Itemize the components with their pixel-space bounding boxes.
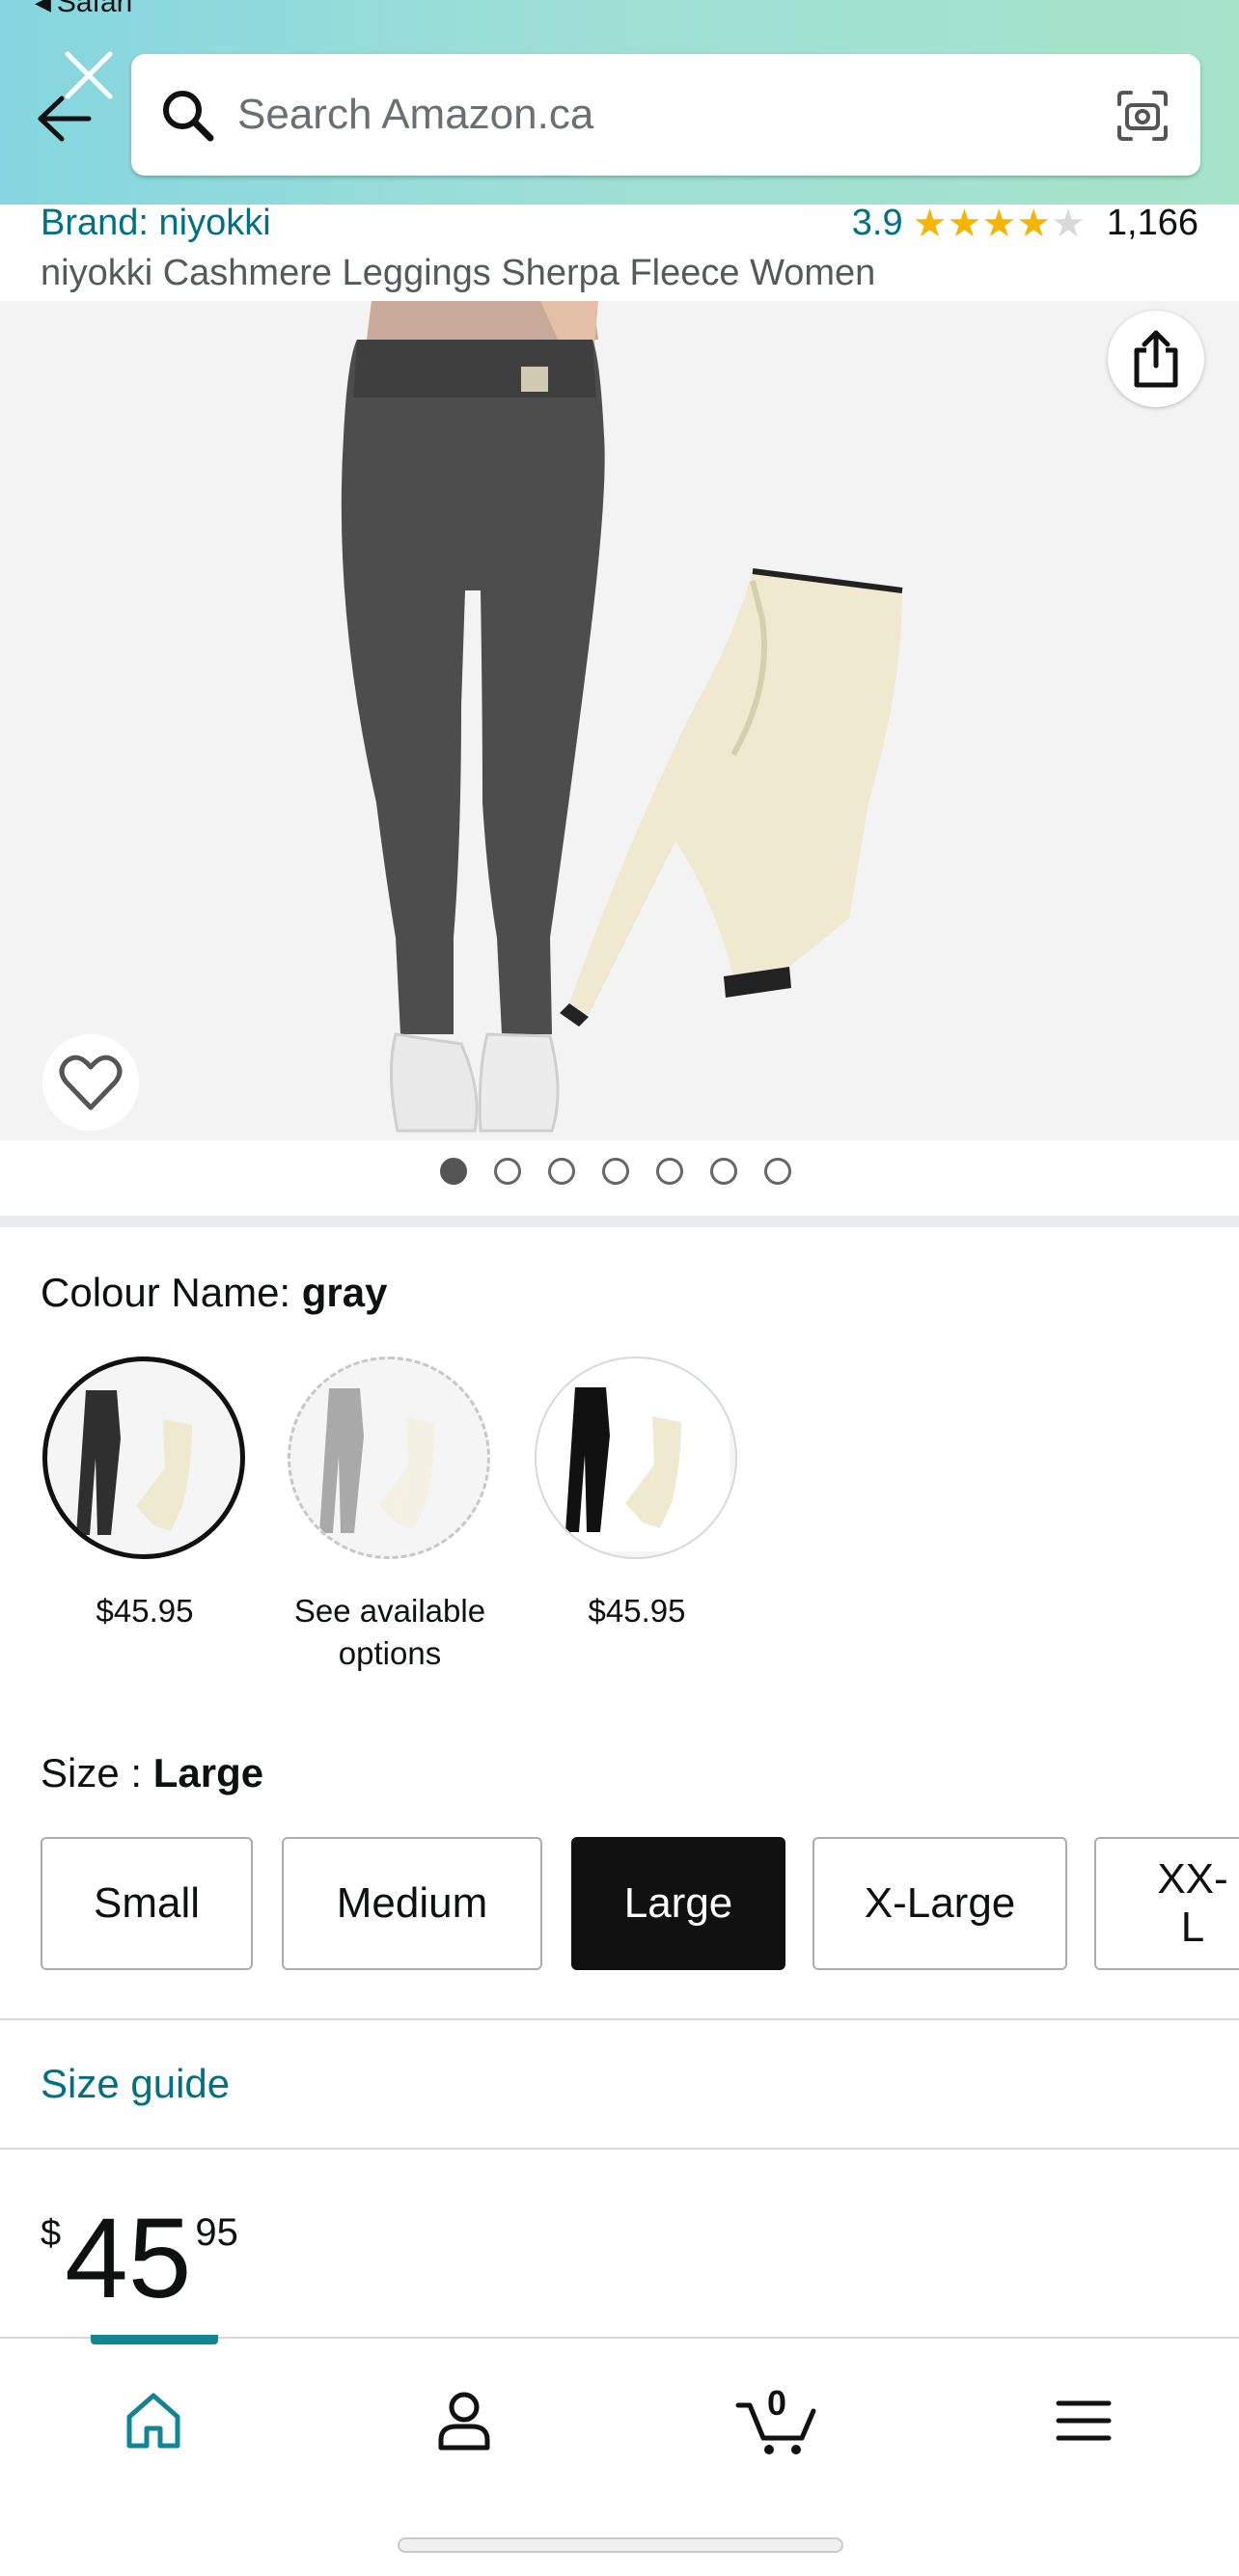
section-divider (0, 1216, 1239, 1227)
wishlist-button[interactable] (42, 1034, 139, 1131)
pagination-dot[interactable] (764, 1158, 791, 1185)
nav-account[interactable] (421, 2377, 508, 2464)
nav-cart[interactable]: 0 (730, 2377, 826, 2464)
colour-label: Colour Name: gray (41, 1270, 388, 1316)
search-input[interactable] (237, 79, 1029, 151)
rating-count: 1,166 (1106, 203, 1198, 243)
size-selected-value: Large (152, 1750, 264, 1795)
size-option-large[interactable]: Large (571, 1837, 785, 1970)
divider (0, 2018, 1239, 2020)
back-triangle-icon: ◀ (35, 0, 51, 14)
star-full-icon: ★ (912, 202, 948, 245)
rating-value: 3.9 (851, 203, 903, 243)
star-full-icon: ★ (1016, 202, 1052, 245)
swatch-price: $45.95 (588, 1593, 686, 1629)
safari-back-label: Safari (56, 0, 133, 18)
search-icon (163, 91, 214, 142)
size-label-text: Size : (41, 1750, 143, 1795)
product-image[interactable] (0, 301, 1239, 1140)
heart-icon (59, 1055, 123, 1110)
home-icon (126, 2393, 180, 2449)
swatch-price: See available options (293, 1593, 486, 1671)
nav-home[interactable] (110, 2377, 197, 2464)
rating-summary[interactable]: 3.9 ★ ★ ★ ★ ★ 1,166 (852, 203, 1198, 244)
pagination-dot[interactable] (494, 1158, 521, 1185)
unavailable-leggings-thumbnail (319, 1388, 435, 1533)
share-icon (1134, 330, 1178, 388)
size-option-xx-large[interactable]: XX-L (1094, 1837, 1239, 1970)
divider (0, 2148, 1239, 2150)
search-bar[interactable] (131, 54, 1200, 176)
star-rating: ★ ★ ★ ★ ★ (913, 205, 1086, 243)
nav-active-indicator (91, 2335, 218, 2344)
colour-selected-value: gray (301, 1270, 388, 1315)
safari-back-link[interactable]: ◀ Safari (35, 0, 132, 19)
black-leggings-thumbnail (537, 1358, 730, 1551)
pagination-dot[interactable] (656, 1158, 683, 1185)
size-option-x-large[interactable]: X-Large (812, 1837, 1067, 1970)
colour-swatch-black[interactable] (535, 1357, 737, 1559)
product-title: niyokki Cashmere Leggings Sherpa Fleece … (41, 253, 876, 293)
brand-rating-row: Brand: niyokki 3.9 ★ ★ ★ ★ ★ 1,166 (41, 203, 1198, 251)
size-option-medium[interactable]: Medium (282, 1837, 542, 1970)
size-label: Size : Large (41, 1750, 263, 1796)
home-indicator[interactable] (398, 2537, 843, 2553)
top-header: ◀ Safari (0, 0, 1239, 205)
product-price: $ 45 95 (41, 2202, 238, 2316)
back-arrow-icon[interactable] (35, 89, 95, 149)
colour-label-text: Colour Name: (41, 1270, 291, 1315)
star-empty-icon: ★ (1051, 202, 1086, 245)
pagination-dot[interactable] (548, 1158, 575, 1185)
cart-count: 0 (767, 2383, 787, 2423)
gray-leggings-thumbnail (76, 1390, 192, 1535)
star-full-icon: ★ (947, 202, 982, 245)
star-full-icon: ★ (981, 202, 1017, 245)
price-fraction: 95 (195, 2211, 238, 2254)
colour-swatch-gray[interactable] (42, 1357, 245, 1559)
size-option-small[interactable]: Small (41, 1837, 253, 1970)
price-symbol: $ (41, 2213, 62, 2254)
share-button[interactable] (1108, 311, 1204, 407)
pagination-dot[interactable] (602, 1158, 629, 1185)
leggings-photo (341, 301, 903, 1133)
brand-link[interactable]: Brand: niyokki (41, 203, 271, 244)
camera-search-icon[interactable] (1114, 87, 1171, 145)
pagination-dot[interactable] (710, 1158, 737, 1185)
image-pagination (0, 1158, 1239, 1196)
menu-icon (1056, 2400, 1112, 2441)
colour-swatch-unavailable[interactable] (288, 1357, 490, 1559)
price-whole: 45 (65, 2195, 192, 2322)
swatch-price: $45.95 (96, 1593, 194, 1629)
nav-menu[interactable] (1040, 2377, 1127, 2464)
account-icon (438, 2392, 490, 2451)
size-guide-link[interactable]: Size guide (41, 2061, 230, 2107)
pagination-dot[interactable] (440, 1158, 467, 1185)
